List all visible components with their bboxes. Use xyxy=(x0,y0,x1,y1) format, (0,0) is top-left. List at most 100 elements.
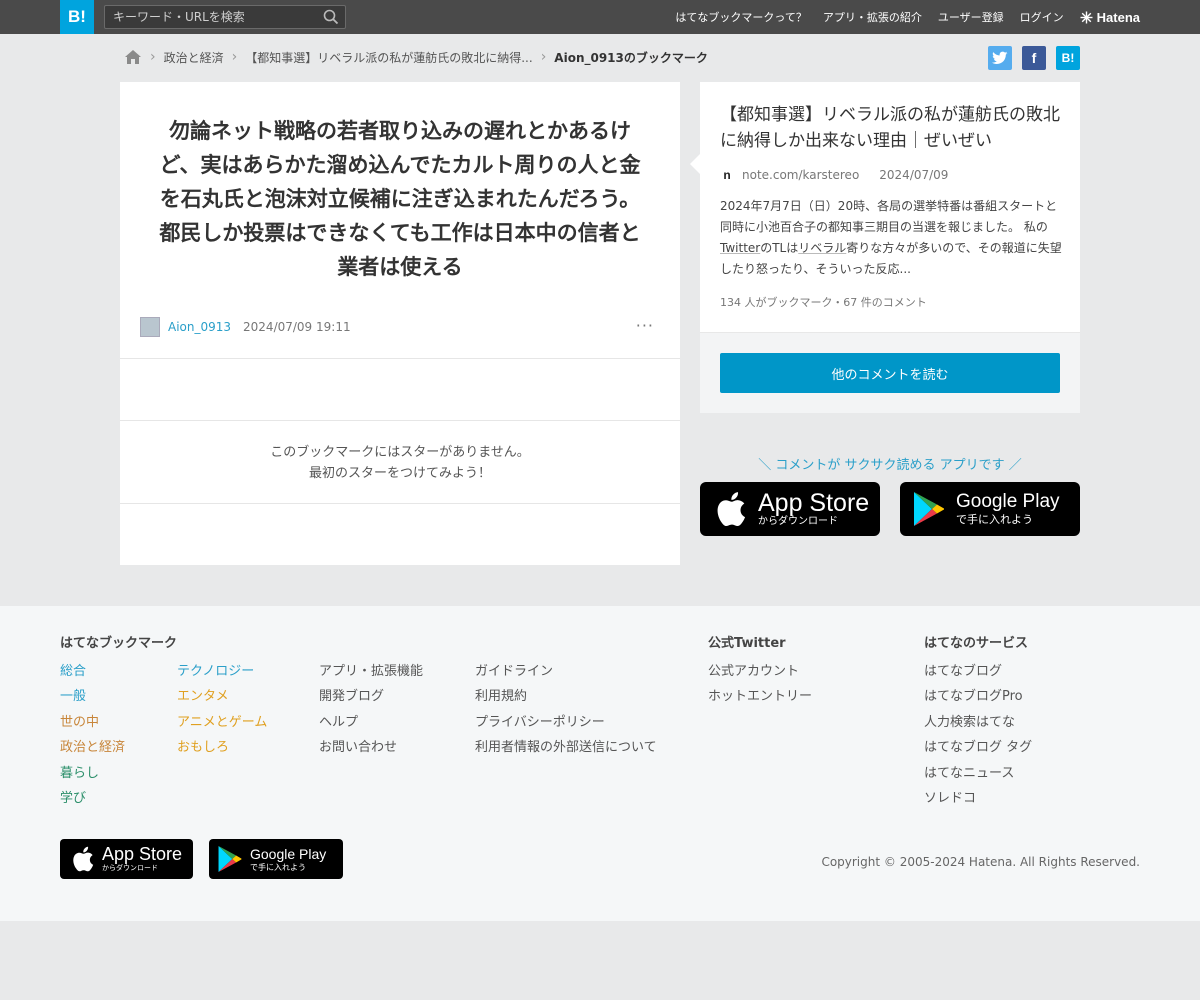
twitter-bird-icon xyxy=(992,51,1008,64)
app-store-label: App Store xyxy=(758,489,870,517)
bookmark-user-row: Aion_0913 2024/07/09 19:11 ··· xyxy=(140,316,660,338)
footer-links-b: ガイドライン 利用規約 プライバシーポリシー 利用者情報の外部送信について xyxy=(475,662,657,764)
search-icon[interactable] xyxy=(323,9,339,25)
entry-date: 2024/07/09 xyxy=(879,168,949,182)
footer-google-play-label: Google Play xyxy=(250,845,327,862)
footer-link[interactable]: 利用規約 xyxy=(475,687,657,712)
entry-title-link[interactable]: 【都知事選】リベラル派の私が蓮舫氏の敗北に納得しか出来ない理由｜ぜいぜい xyxy=(720,102,1064,154)
breadcrumb-current: Aion_0913のブックマーク xyxy=(554,50,708,65)
home-icon[interactable] xyxy=(124,49,142,65)
more-options-icon[interactable]: ··· xyxy=(636,316,654,335)
footer-link[interactable]: 利用者情報の外部送信について xyxy=(475,738,657,763)
footer-category-link[interactable]: 暮らし xyxy=(60,764,125,789)
footer-category-link[interactable]: アニメとゲーム xyxy=(177,713,267,738)
hatena-bookmark-icon: B! xyxy=(1061,51,1075,65)
app-promo-text: ＼ コメントが サクサク読める アプリです ／ xyxy=(758,458,1022,473)
twitter-share-button[interactable] xyxy=(988,46,1012,70)
top-nav: はてなブックマークって？ アプリ・拡張の紹介 ユーザー登録 ログイン Haten… xyxy=(675,0,1140,34)
footer-link[interactable]: ガイドライン xyxy=(475,662,657,687)
entry-desc-part1: 2024年7月7日（日）20時、各局の選挙特番は番組スタートと同時に小池百合子の… xyxy=(720,199,1058,234)
footer-twitter-title: 公式Twitter xyxy=(708,636,786,651)
footer-link[interactable]: はてなニュース xyxy=(924,764,1032,789)
nav-login[interactable]: ログイン xyxy=(1020,9,1064,25)
footer-google-play-sub: で手に入れよう xyxy=(250,862,306,872)
chevron-right-icon: › xyxy=(150,49,156,65)
bookmark-count[interactable]: 134 人がブックマーク・67 件のコメント xyxy=(720,294,927,310)
hatena-share-button[interactable]: B! xyxy=(1056,46,1080,70)
footer-links-a: アプリ・拡張機能 開発ブログ ヘルプ お問い合わせ xyxy=(319,662,423,764)
divider xyxy=(120,420,680,421)
breadcrumb-category[interactable]: 政治と経済 xyxy=(164,49,224,66)
avatar[interactable] xyxy=(140,317,160,337)
footer-link[interactable]: はてなブログ xyxy=(924,662,1032,687)
footer-category-link[interactable]: 政治と経済 xyxy=(60,738,125,763)
footer-twitter-links: 公式アカウント ホットエントリー xyxy=(708,662,812,713)
hatena-sparkle-icon xyxy=(1080,11,1093,23)
facebook-share-button[interactable]: f xyxy=(1022,46,1046,70)
footer-app-store-sub: からダウンロード xyxy=(102,864,158,872)
bookmark-date[interactable]: 2024/07/09 19:11 xyxy=(243,320,351,334)
search-input[interactable] xyxy=(105,6,315,28)
footer: はてなブックマーク 総合 一般 世の中 政治と経済 暮らし 学び テクノロジー エンタメ アニ… xyxy=(0,606,1200,921)
entry-domain-link[interactable]: note.com/karstereo xyxy=(742,168,859,182)
search-box[interactable] xyxy=(104,5,346,29)
share-buttons: f B! xyxy=(988,46,1080,70)
no-stars-line2: 最初のスターをつけてみよう！ xyxy=(308,466,491,481)
nav-register[interactable]: ユーザー登録 xyxy=(938,9,1004,25)
apple-icon xyxy=(73,846,94,872)
app-store-text: App Store からダウンロード xyxy=(758,490,869,528)
chevron-right-icon: › xyxy=(540,49,547,65)
footer-category-link[interactable]: 世の中 xyxy=(60,713,125,738)
footer-services: はてなブログ はてなブログPro 人力検索はてな はてなブログ タグ はてなニュ… xyxy=(924,662,1032,814)
user-name-link[interactable]: Aion_0913 xyxy=(168,320,231,334)
keyword-liberal-link[interactable]: リベラル xyxy=(798,241,846,255)
entry-card-footer: 他のコメントを読む xyxy=(700,332,1080,413)
divider xyxy=(120,503,680,504)
footer-link[interactable]: はてなブログPro xyxy=(924,687,1032,712)
footer-bookmark-title: はてなブックマーク xyxy=(60,636,178,651)
google-play-label: Google Play xyxy=(956,491,1060,512)
google-play-icon xyxy=(914,492,944,526)
facebook-icon: f xyxy=(1031,50,1037,66)
footer-category-link[interactable]: テクノロジー xyxy=(177,662,267,687)
footer-category-link[interactable]: 総合 xyxy=(60,662,125,687)
footer-google-play-text: Google Play で手に入れよう xyxy=(250,846,326,873)
footer-category-link[interactable]: エンタメ xyxy=(177,687,267,712)
read-other-comments-button[interactable]: 他のコメントを読む xyxy=(720,353,1060,393)
footer-link[interactable]: 開発ブログ xyxy=(319,687,423,712)
hatena-bookmark-logo[interactable]: B! xyxy=(60,0,94,34)
google-play-icon xyxy=(218,846,242,872)
footer-link[interactable]: ソレドコ xyxy=(924,789,1032,814)
nav-about[interactable]: はてなブックマークって？ xyxy=(675,9,806,25)
footer-link[interactable]: ホットエントリー xyxy=(708,687,812,712)
no-stars-line1: このブックマークにはスターがありません。 xyxy=(270,445,530,460)
no-stars-message: このブックマークにはスターがありません。 最初のスターをつけてみよう！ xyxy=(120,442,680,484)
footer-services-title: はてなのサービス xyxy=(924,636,1029,651)
footer-app-store-badge[interactable]: App Store からダウンロード xyxy=(60,839,193,879)
entry-description: 2024年7月7日（日）20時、各局の選挙特番は番組スタートと同時に小池百合子の… xyxy=(720,196,1064,280)
footer-app-store-label: App Store xyxy=(102,844,183,864)
footer-link[interactable]: お問い合わせ xyxy=(319,738,423,763)
footer-category-link[interactable]: 学び xyxy=(60,789,125,814)
footer-link[interactable]: プライバシーポリシー xyxy=(475,713,657,738)
app-store-badge[interactable]: App Store からダウンロード xyxy=(700,482,880,536)
chevron-right-icon: › xyxy=(231,49,238,65)
breadcrumb: › 政治と経済 › 【都知事選】リベラル派の私が蓮舫氏の敗北に納得... › A… xyxy=(124,46,708,68)
footer-link[interactable]: はてなブログ タグ xyxy=(924,738,1032,763)
breadcrumb-entry[interactable]: 【都知事選】リベラル派の私が蓮舫氏の敗北に納得... xyxy=(245,49,532,66)
google-play-sub: で手に入れよう xyxy=(956,513,1033,526)
keyword-twitter-link[interactable]: Twitter xyxy=(720,241,760,255)
footer-category-link[interactable]: 一般 xyxy=(60,687,125,712)
nav-apps[interactable]: アプリ・拡張の紹介 xyxy=(823,9,922,25)
apple-icon xyxy=(717,492,746,527)
footer-link[interactable]: 人力検索はてな xyxy=(924,713,1032,738)
footer-link[interactable]: 公式アカウント xyxy=(708,662,812,687)
footer-link[interactable]: アプリ・拡張機能 xyxy=(319,662,423,687)
divider xyxy=(120,358,680,359)
hatena-brand-link[interactable]: Hatena xyxy=(1080,10,1140,25)
footer-google-play-badge[interactable]: Google Play で手に入れよう xyxy=(209,839,343,879)
entry-desc-part2: のTLは xyxy=(760,241,799,255)
google-play-badge[interactable]: Google Play で手に入れよう xyxy=(900,482,1080,536)
footer-link[interactable]: ヘルプ xyxy=(319,713,423,738)
footer-category-link[interactable]: おもしろ xyxy=(177,738,267,763)
